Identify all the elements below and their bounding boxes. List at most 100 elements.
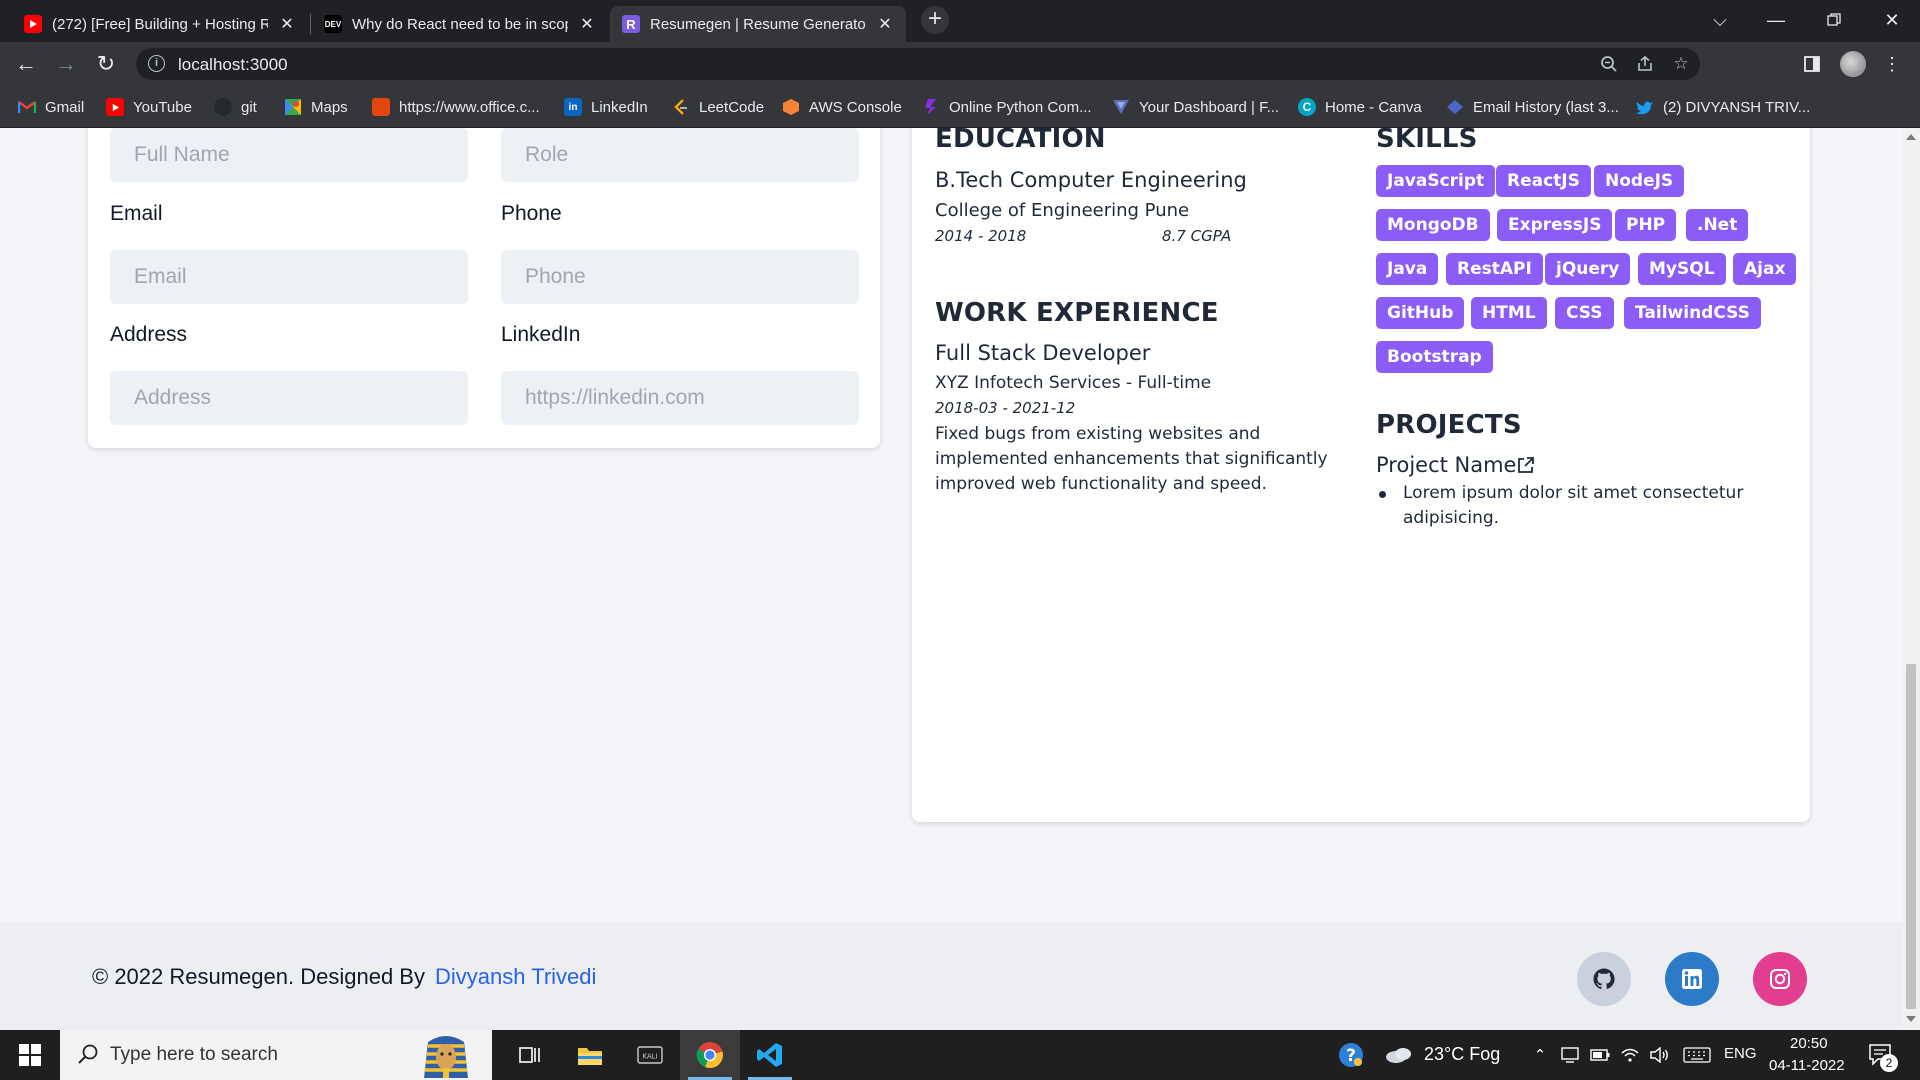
bookmark-aws[interactable]: AWS Console bbox=[782, 96, 902, 118]
close-icon[interactable]: ✕ bbox=[278, 14, 296, 34]
restore-button[interactable] bbox=[1806, 0, 1862, 40]
close-window-button[interactable]: ✕ bbox=[1864, 0, 1920, 40]
bullet-dot bbox=[1379, 491, 1386, 498]
linkedin-icon[interactable] bbox=[1665, 952, 1719, 1006]
skill-badge: Bootstrap bbox=[1376, 341, 1493, 373]
display-icon[interactable] bbox=[1560, 1045, 1580, 1065]
minimize-button[interactable]: — bbox=[1748, 0, 1804, 40]
bookmark-twitter[interactable]: (2) DIVYANSH TRIV... bbox=[1636, 96, 1810, 118]
bookmark-leetcode[interactable]: LeetCode bbox=[672, 96, 764, 118]
project-name-link[interactable]: Project Name bbox=[1376, 453, 1516, 477]
external-link-icon[interactable] bbox=[1517, 456, 1535, 474]
reload-icon[interactable]: ↻ bbox=[92, 50, 120, 78]
chevron-up-icon[interactable]: ⌃ bbox=[1530, 1045, 1550, 1065]
windows-start-icon[interactable] bbox=[0, 1030, 60, 1080]
kali-terminal-icon[interactable]: KALI bbox=[620, 1030, 680, 1080]
tab-search-chevron-icon[interactable]: ⌵ bbox=[1692, 0, 1748, 40]
experience-period: 2018-03 - 2021-12 bbox=[935, 399, 1076, 417]
browser-tab-strip: (272) [Free] Building + Hosting R ✕ DEV … bbox=[0, 0, 1920, 42]
role-input[interactable] bbox=[501, 128, 859, 182]
email-input[interactable] bbox=[110, 250, 468, 304]
page-scrollbar[interactable] bbox=[1902, 128, 1920, 1030]
file-explorer-icon[interactable] bbox=[560, 1030, 620, 1080]
bookmark-star-icon[interactable]: ☆ bbox=[1670, 53, 1692, 75]
side-panel-icon[interactable] bbox=[1800, 52, 1824, 76]
skill-badge: NodeJS bbox=[1594, 165, 1685, 197]
python-icon bbox=[922, 98, 940, 116]
tab-dev[interactable]: DEV Why do React need to be in scop ✕ bbox=[312, 6, 608, 42]
project-bullet-line: Lorem ipsum dolor sit amet consectetur bbox=[1403, 483, 1744, 503]
gmail-icon bbox=[18, 98, 36, 116]
help-icon[interactable]: ? bbox=[1338, 1042, 1364, 1068]
site-info-icon[interactable]: i bbox=[148, 55, 165, 72]
address-label: Address bbox=[110, 323, 188, 346]
bookmark-maps[interactable]: Maps bbox=[284, 96, 348, 118]
share-icon[interactable] bbox=[1634, 53, 1656, 75]
language-indicator[interactable]: ENG bbox=[1724, 1045, 1757, 1062]
new-tab-button[interactable]: + bbox=[921, 6, 949, 34]
dev-icon: DEV bbox=[324, 15, 342, 33]
keyboard-icon[interactable] bbox=[1682, 1045, 1712, 1065]
experience-description-line: implemented enhancements that significan… bbox=[935, 449, 1328, 469]
maps-icon bbox=[284, 98, 302, 116]
chrome-icon[interactable] bbox=[680, 1030, 740, 1080]
instagram-icon[interactable] bbox=[1753, 952, 1807, 1006]
vscode-icon[interactable] bbox=[740, 1030, 800, 1080]
scroll-up-arrow-icon[interactable] bbox=[1906, 134, 1916, 140]
bookmark-youtube[interactable]: YouTube bbox=[106, 96, 192, 118]
experience-heading: WORK EXPERIENCE bbox=[935, 298, 1219, 328]
tab-resumegen[interactable]: R Resumegen | Resume Generator ✕ bbox=[610, 6, 906, 42]
tab-youtube[interactable]: (272) [Free] Building + Hosting R ✕ bbox=[12, 6, 308, 42]
fullname-input[interactable] bbox=[110, 128, 468, 182]
bookmark-email-history[interactable]: Email History (last 3... bbox=[1446, 96, 1619, 118]
volume-icon[interactable] bbox=[1650, 1045, 1670, 1065]
browser-toolbar: ← → ↻ i localhost:3000 ☆ ⋮ bbox=[0, 42, 1920, 86]
experience-company: XYZ Infotech Services - Full-time bbox=[935, 373, 1212, 393]
bookmark-gmail[interactable]: Gmail bbox=[18, 96, 84, 118]
email-label: Email bbox=[110, 202, 163, 225]
zoom-icon[interactable] bbox=[1598, 53, 1620, 75]
tab-title: Why do React need to be in scop bbox=[352, 15, 568, 33]
svg-text:KALI: KALI bbox=[642, 1053, 657, 1061]
footer-author-link[interactable]: Divyansh Trivedi bbox=[435, 964, 596, 990]
canva-icon: C bbox=[1298, 98, 1316, 116]
taskbar-search-box[interactable]: Type here to search bbox=[60, 1030, 492, 1080]
leetcode-icon bbox=[672, 98, 690, 116]
scroll-down-arrow-icon[interactable] bbox=[1906, 1016, 1916, 1022]
weather-cloud-icon[interactable] bbox=[1384, 1045, 1414, 1065]
tab-title: (272) [Free] Building + Hosting R bbox=[52, 15, 268, 33]
address-bar[interactable]: i localhost:3000 ☆ bbox=[136, 48, 1700, 80]
youtube-icon bbox=[106, 98, 124, 116]
address-input[interactable] bbox=[110, 371, 468, 425]
scrollbar-thumb[interactable] bbox=[1906, 664, 1916, 1009]
back-arrow-icon[interactable]: ← bbox=[12, 50, 40, 78]
bookmark-python[interactable]: Online Python Com... bbox=[922, 96, 1092, 118]
weather-text[interactable]: 23°C Fog bbox=[1424, 1044, 1500, 1065]
menu-kebab-icon[interactable]: ⋮ bbox=[1880, 52, 1904, 76]
forward-arrow-icon[interactable]: → bbox=[52, 50, 80, 78]
close-icon[interactable]: ✕ bbox=[876, 14, 894, 34]
github-icon[interactable] bbox=[1577, 952, 1631, 1006]
task-view-icon[interactable] bbox=[500, 1030, 560, 1080]
bookmarks-bar: Gmail YouTube git Maps https://www.offic… bbox=[0, 86, 1920, 128]
youtube-icon bbox=[24, 15, 42, 33]
pharaoh-search-highlight-icon[interactable] bbox=[406, 1030, 486, 1080]
bookmark-git[interactable]: git bbox=[214, 96, 257, 118]
skill-badge: ReactJS bbox=[1496, 165, 1591, 197]
bookmark-canva[interactable]: C Home - Canva bbox=[1298, 96, 1422, 118]
battery-icon[interactable] bbox=[1590, 1045, 1610, 1065]
footer-copyright: © 2022 Resumegen. Designed By bbox=[92, 964, 425, 989]
phone-input[interactable] bbox=[501, 250, 859, 304]
experience-role: Full Stack Developer bbox=[935, 341, 1151, 365]
linkedin-input[interactable] bbox=[501, 371, 859, 425]
wifi-icon[interactable] bbox=[1620, 1045, 1640, 1065]
profile-avatar[interactable] bbox=[1840, 51, 1866, 77]
close-icon[interactable]: ✕ bbox=[578, 14, 596, 34]
skill-badge: CSS bbox=[1555, 297, 1614, 329]
skill-badge: GitHub bbox=[1376, 297, 1465, 329]
clock-time[interactable]: 20:50 bbox=[1790, 1035, 1828, 1052]
bookmark-office[interactable]: https://www.office.c... bbox=[372, 96, 540, 118]
bookmark-linkedin[interactable]: in LinkedIn bbox=[564, 96, 648, 118]
clock-date[interactable]: 04-11-2022 bbox=[1769, 1057, 1845, 1074]
bookmark-dashboard[interactable]: Your Dashboard | F... bbox=[1112, 96, 1279, 118]
